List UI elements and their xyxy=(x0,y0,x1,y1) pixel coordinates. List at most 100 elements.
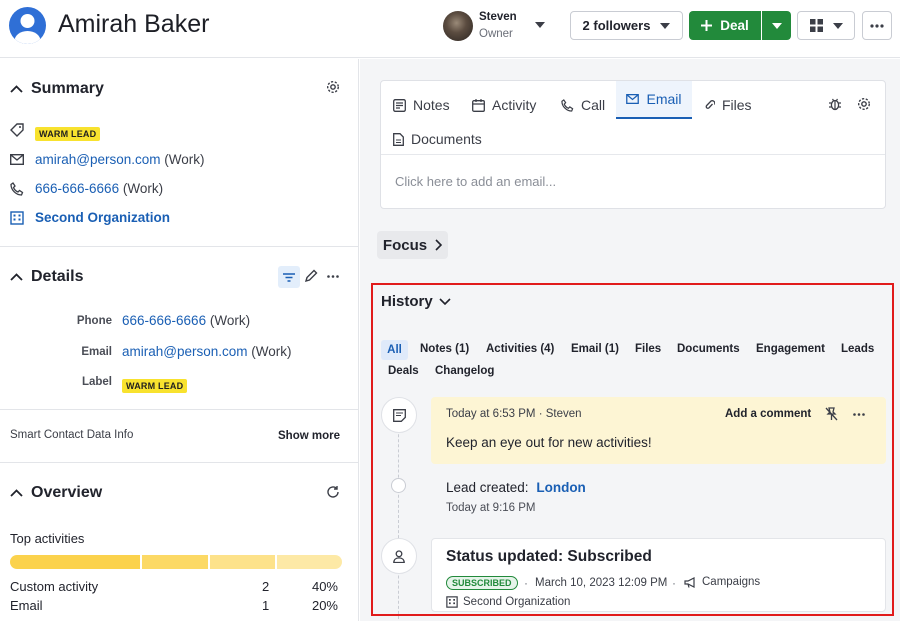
chevron-down-icon xyxy=(439,298,451,305)
summary-toggle[interactable]: Summary xyxy=(10,80,104,98)
notes-icon xyxy=(393,98,406,112)
chevron-down-icon xyxy=(771,22,782,29)
activity-pct: 40% xyxy=(311,579,338,594)
tab-email[interactable]: Email xyxy=(616,81,692,119)
summary-email-link[interactable]: amirah@person.com xyxy=(35,152,161,167)
overview-title: Overview xyxy=(31,484,103,501)
filter-changelog[interactable]: Changelog xyxy=(435,365,494,377)
bullet-separator: · xyxy=(672,576,676,590)
summary-label-badge[interactable]: WARM LEAD xyxy=(35,124,101,142)
lead-created-time: Today at 9:16 PM xyxy=(446,502,536,514)
more-actions-button[interactable] xyxy=(862,11,892,40)
details-label-value[interactable]: WARM LEAD xyxy=(122,376,188,394)
tab-activity[interactable]: Activity xyxy=(472,91,536,119)
activity-name: Custom activity xyxy=(10,579,99,594)
show-more-link[interactable]: Show more xyxy=(278,430,340,442)
details-toggle[interactable]: Details xyxy=(10,268,83,286)
megaphone-icon xyxy=(684,576,695,588)
filter-deals[interactable]: Deals xyxy=(388,365,419,377)
timeline-line xyxy=(398,414,399,621)
details-phone-key: Phone xyxy=(76,315,112,327)
note-meta: Today at 6:53 PM · Steven xyxy=(446,408,582,420)
document-icon xyxy=(393,132,404,146)
summary-settings-icon[interactable] xyxy=(326,80,340,94)
filter-email[interactable]: Email (1) xyxy=(571,343,619,355)
details-edit-icon[interactable] xyxy=(304,269,318,283)
owner-name[interactable]: Steven xyxy=(479,11,517,23)
focus-label: Focus xyxy=(382,236,428,254)
lead-created-row: Lead created: London xyxy=(446,480,586,495)
refresh-icon[interactable] xyxy=(326,485,340,499)
summary-phone-row: 666-666-6666 (Work) xyxy=(35,181,163,196)
tab-notes[interactable]: Notes xyxy=(393,91,450,119)
tab-documents[interactable]: Documents xyxy=(393,125,482,153)
owner-chevron-down-icon[interactable] xyxy=(535,22,545,28)
summary-organization-link[interactable]: Second Organization xyxy=(35,210,170,225)
add-deal-button[interactable]: Deal xyxy=(689,11,761,40)
status-timeline-icon xyxy=(381,538,417,574)
summary-phone-type: (Work) xyxy=(122,181,164,196)
composer-card: Notes Activity Call Email Files Document… xyxy=(380,80,886,209)
deal-dropdown-button[interactable] xyxy=(762,11,791,40)
status-card[interactable]: Status updated: Subscribed SUBSCRIBED · … xyxy=(431,538,886,612)
composer-settings-icon[interactable] xyxy=(857,97,871,111)
tab-email-label: Email xyxy=(646,91,682,107)
details-filter-button[interactable] xyxy=(278,266,300,288)
layout-button[interactable] xyxy=(797,11,855,40)
overview-toggle[interactable]: Overview xyxy=(10,484,102,502)
note-card[interactable]: Today at 6:53 PM · Steven Add a comment … xyxy=(431,397,886,464)
summary-phone-link[interactable]: 666-666-6666 xyxy=(35,181,119,196)
followers-label: 2 followers xyxy=(582,18,651,33)
subscribed-badge: SUBSCRIBED xyxy=(446,576,518,590)
chevron-up-icon xyxy=(10,489,23,497)
tab-activity-label: Activity xyxy=(492,97,537,113)
add-comment-link[interactable]: Add a comment xyxy=(725,408,811,420)
activity-bar-segment xyxy=(276,555,342,569)
plus-icon xyxy=(701,20,713,31)
tab-files-label: Files xyxy=(722,97,752,113)
filter-notes[interactable]: Notes (1) xyxy=(420,343,469,355)
tab-call[interactable]: Call xyxy=(561,91,605,119)
calendar-icon xyxy=(472,98,485,112)
details-more-icon[interactable] xyxy=(327,275,339,278)
filter-leads[interactable]: Leads xyxy=(841,343,874,355)
bullet-separator: · xyxy=(524,576,528,590)
filter-all[interactable]: All xyxy=(381,340,408,360)
organization-icon xyxy=(446,596,458,608)
warm-lead-badge: WARM LEAD xyxy=(122,379,188,393)
filter-engagement[interactable]: Engagement xyxy=(756,343,825,355)
status-organization[interactable]: Second Organization xyxy=(446,596,570,608)
owner-role: Owner xyxy=(479,28,513,40)
composer-divider xyxy=(381,154,885,155)
lead-created-value[interactable]: London xyxy=(536,480,585,495)
paperclip-icon xyxy=(705,100,715,109)
main-panel: Notes Activity Call Email Files Document… xyxy=(360,59,900,621)
note-more-icon[interactable] xyxy=(853,413,865,416)
followers-button[interactable]: 2 followers xyxy=(570,11,683,40)
campaigns-link[interactable]: Campaigns xyxy=(684,576,760,588)
details-phone-link[interactable]: 666-666-6666 xyxy=(122,313,206,328)
details-email-link[interactable]: amirah@person.com xyxy=(122,344,248,359)
chevron-down-icon xyxy=(660,22,671,29)
more-icon xyxy=(870,23,884,28)
email-composer-input[interactable]: Click here to add an email... xyxy=(395,174,556,189)
activity-bar-segment xyxy=(10,555,141,569)
tab-files[interactable]: Files xyxy=(705,91,752,119)
activity-count: 2 xyxy=(262,579,270,594)
avatar[interactable] xyxy=(9,7,46,44)
status-title: Status updated: Subscribed xyxy=(446,548,652,565)
unpin-icon[interactable] xyxy=(825,407,838,421)
filter-documents[interactable]: Documents xyxy=(677,343,740,355)
focus-toggle[interactable]: Focus xyxy=(377,231,448,259)
summary-title: Summary xyxy=(31,80,104,97)
filter-activities[interactable]: Activities (4) xyxy=(486,343,554,355)
status-date: March 10, 2023 12:09 PM xyxy=(535,577,668,589)
phone-icon xyxy=(561,98,574,112)
filter-files[interactable]: Files xyxy=(635,343,661,355)
history-toggle[interactable]: History xyxy=(381,293,451,310)
owner-avatar[interactable] xyxy=(443,11,473,41)
activity-row: Email 1 20% xyxy=(10,598,338,616)
filter-all-label: All xyxy=(387,344,402,356)
bug-icon[interactable] xyxy=(828,97,842,111)
status-organization-label: Second Organization xyxy=(463,596,571,608)
